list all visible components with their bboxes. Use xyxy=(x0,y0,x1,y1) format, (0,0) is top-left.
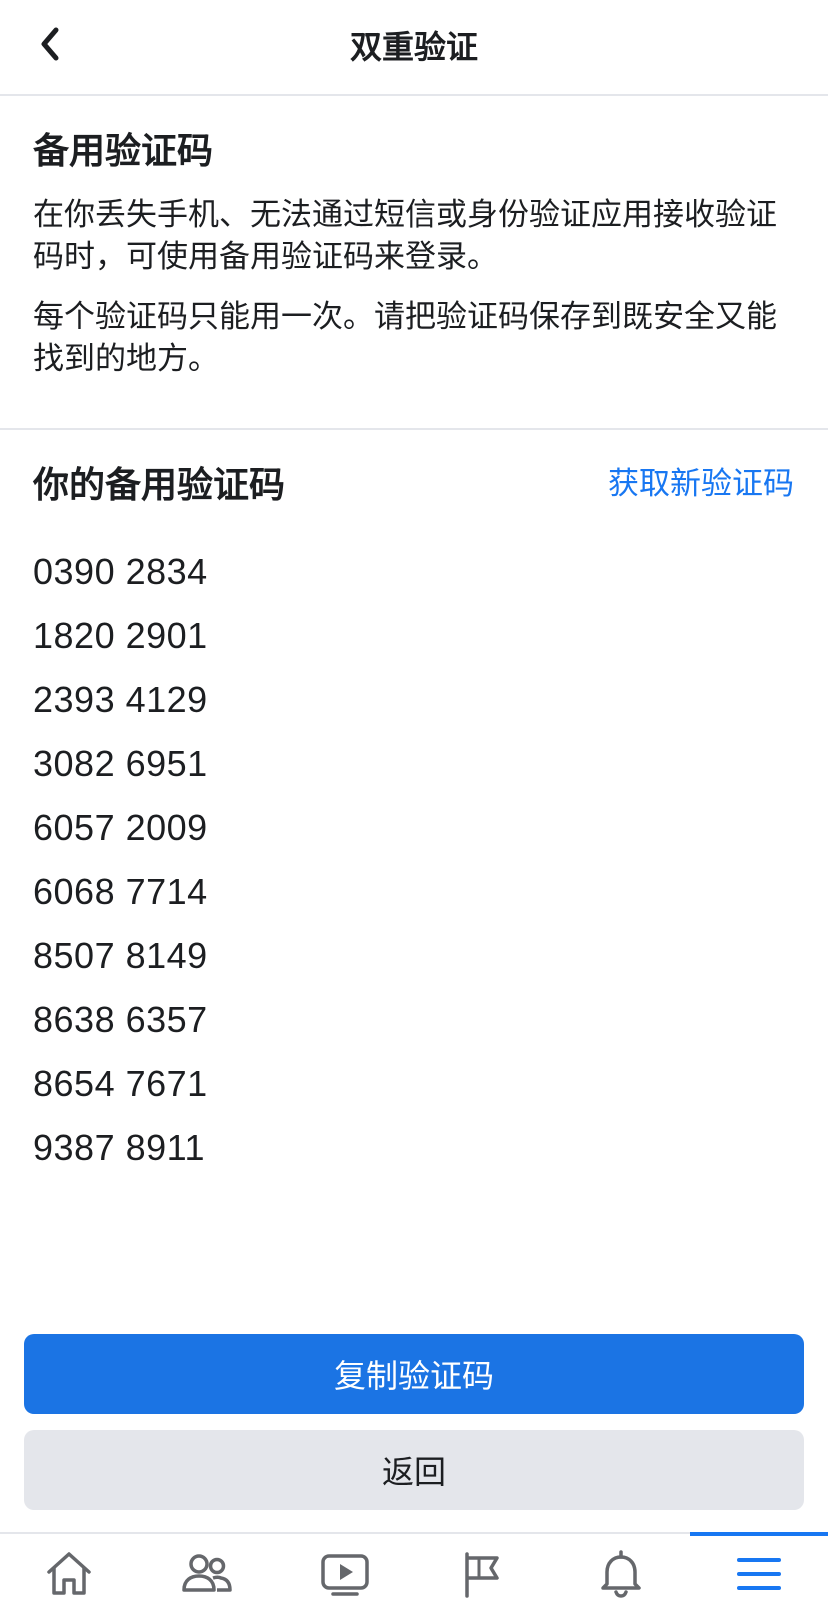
bottom-tab-bar xyxy=(0,1532,828,1614)
tab-menu[interactable] xyxy=(690,1532,828,1614)
home-icon xyxy=(47,1552,91,1595)
tab-home[interactable] xyxy=(0,1534,138,1614)
friends-icon xyxy=(182,1554,232,1592)
code-item: 9387 8911 xyxy=(33,1127,206,1168)
back-bottom-button[interactable]: 返回 xyxy=(24,1430,804,1510)
tab-notifications[interactable] xyxy=(552,1534,690,1614)
pages-flag-icon xyxy=(465,1552,499,1598)
screen: 双重验证 备用验证码 在你丢失手机、无法通过短信或身份验证应用接收验证码时，可使… xyxy=(0,0,828,1614)
code-item: 8638 6357 xyxy=(33,999,208,1040)
notifications-bell-icon xyxy=(601,1550,641,1598)
tab-pages[interactable] xyxy=(414,1534,552,1614)
menu-icon xyxy=(737,1558,781,1590)
code-list: 0390 2834 1820 2901 2393 4129 3082 6951 … xyxy=(33,540,208,1180)
tab-friends[interactable] xyxy=(138,1534,276,1614)
code-item: 0390 2834 xyxy=(33,551,208,592)
section-title: 备用验证码 xyxy=(33,131,214,172)
codes-title: 你的备用验证码 xyxy=(33,465,286,506)
usage-note-text: 每个验证码只能用一次。请把验证码保存到既安全又能找到的地方。 xyxy=(33,299,777,377)
code-item: 8507 8149 xyxy=(33,935,208,976)
header: 双重验证 xyxy=(0,0,828,96)
code-item: 2393 4129 xyxy=(33,679,208,720)
info-section: 备用验证码 在你丢失手机、无法通过短信或身份验证应用接收验证码时，可使用备用验证… xyxy=(0,96,828,430)
copy-codes-button[interactable]: 复制验证码 xyxy=(24,1334,804,1414)
description-text: 在你丢失手机、无法通过短信或身份验证应用接收验证码时，可使用备用验证码来登录。 xyxy=(33,197,777,275)
page-title: 双重验证 xyxy=(349,28,478,66)
code-item: 6057 2009 xyxy=(33,807,208,848)
tab-watch[interactable] xyxy=(276,1534,414,1614)
get-new-codes-link[interactable]: 获取新验证码 xyxy=(608,460,794,508)
code-item: 3082 6951 xyxy=(33,743,208,784)
watch-video-icon xyxy=(321,1554,369,1596)
code-item: 8654 7671 xyxy=(33,1063,208,1104)
code-item: 1820 2901 xyxy=(33,615,208,656)
code-item: 6068 7714 xyxy=(33,871,208,912)
